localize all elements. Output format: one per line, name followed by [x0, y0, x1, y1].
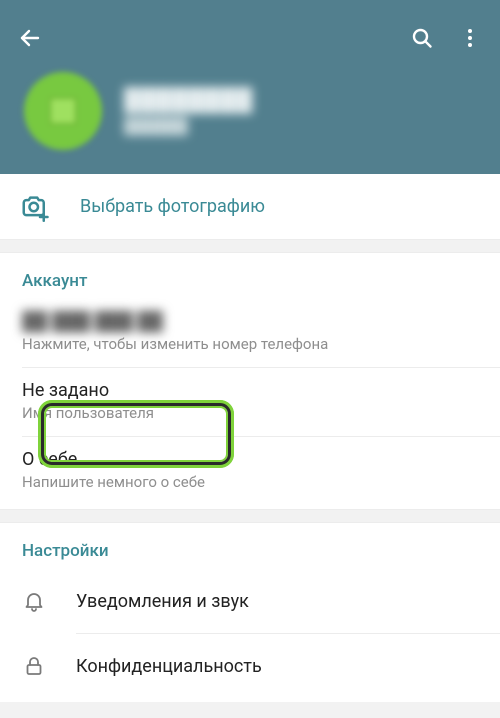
- settings-item-privacy[interactable]: Конфиденциальность: [0, 634, 500, 698]
- profile-status: ██████: [124, 117, 253, 135]
- bio-hint: Напишите немного о себе: [22, 473, 478, 491]
- settings-item-label: Конфиденциальность: [76, 656, 262, 677]
- arrow-left-icon: [18, 26, 42, 50]
- phone-row[interactable]: ██ ███ ███ ██ Нажмите, чтобы изменить но…: [0, 299, 500, 367]
- account-header: Аккаунт: [0, 253, 500, 299]
- camera-add-icon: [20, 192, 50, 222]
- settings-header: Настройки: [0, 523, 500, 569]
- settings-section: Настройки Уведомления и звук Конфиденциа…: [0, 523, 500, 702]
- choose-photo-label: Выбрать фотографию: [80, 196, 265, 217]
- back-button[interactable]: [6, 14, 54, 62]
- bell-icon: [22, 589, 46, 613]
- bio-row[interactable]: О себе Напишите немного о себе: [0, 437, 500, 505]
- phone-hint: Нажмите, чтобы изменить номер телефона: [22, 335, 478, 353]
- choose-photo-row[interactable]: Выбрать фотографию: [0, 174, 500, 239]
- settings-item-label: Уведомления и звук: [76, 591, 249, 612]
- lock-icon: [22, 654, 46, 678]
- account-section: Аккаунт ██ ███ ███ ██ Нажмите, чтобы изм…: [0, 253, 500, 509]
- more-button[interactable]: [446, 14, 494, 62]
- username-row[interactable]: Не задано Имя пользователя: [0, 368, 500, 436]
- username-hint: Имя пользователя: [22, 404, 478, 422]
- profile-name: ████████: [124, 87, 253, 113]
- search-icon: [410, 26, 434, 50]
- avatar[interactable]: [24, 72, 102, 150]
- search-button[interactable]: [398, 14, 446, 62]
- username-value: Не задано: [22, 380, 478, 401]
- phone-value: ██ ███ ███ ██: [22, 311, 478, 332]
- settings-item-notifications[interactable]: Уведомления и звук: [0, 569, 500, 633]
- app-header: ████████ ██████: [0, 0, 500, 174]
- more-vertical-icon: [458, 26, 482, 50]
- bio-value: О себе: [22, 449, 478, 470]
